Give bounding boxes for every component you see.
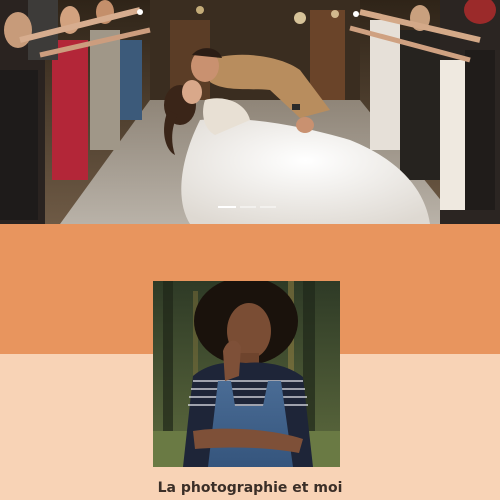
hero-slider[interactable] bbox=[0, 0, 500, 224]
wedding-kiss-photo bbox=[0, 0, 500, 224]
slider-dot-2[interactable] bbox=[240, 206, 256, 208]
portrait-photo bbox=[153, 281, 340, 467]
about-title: La photographie et moi bbox=[157, 480, 343, 496]
slider-dot-3[interactable] bbox=[260, 206, 276, 208]
slider-dot-1[interactable] bbox=[218, 206, 236, 208]
slider-dots[interactable] bbox=[218, 206, 276, 208]
